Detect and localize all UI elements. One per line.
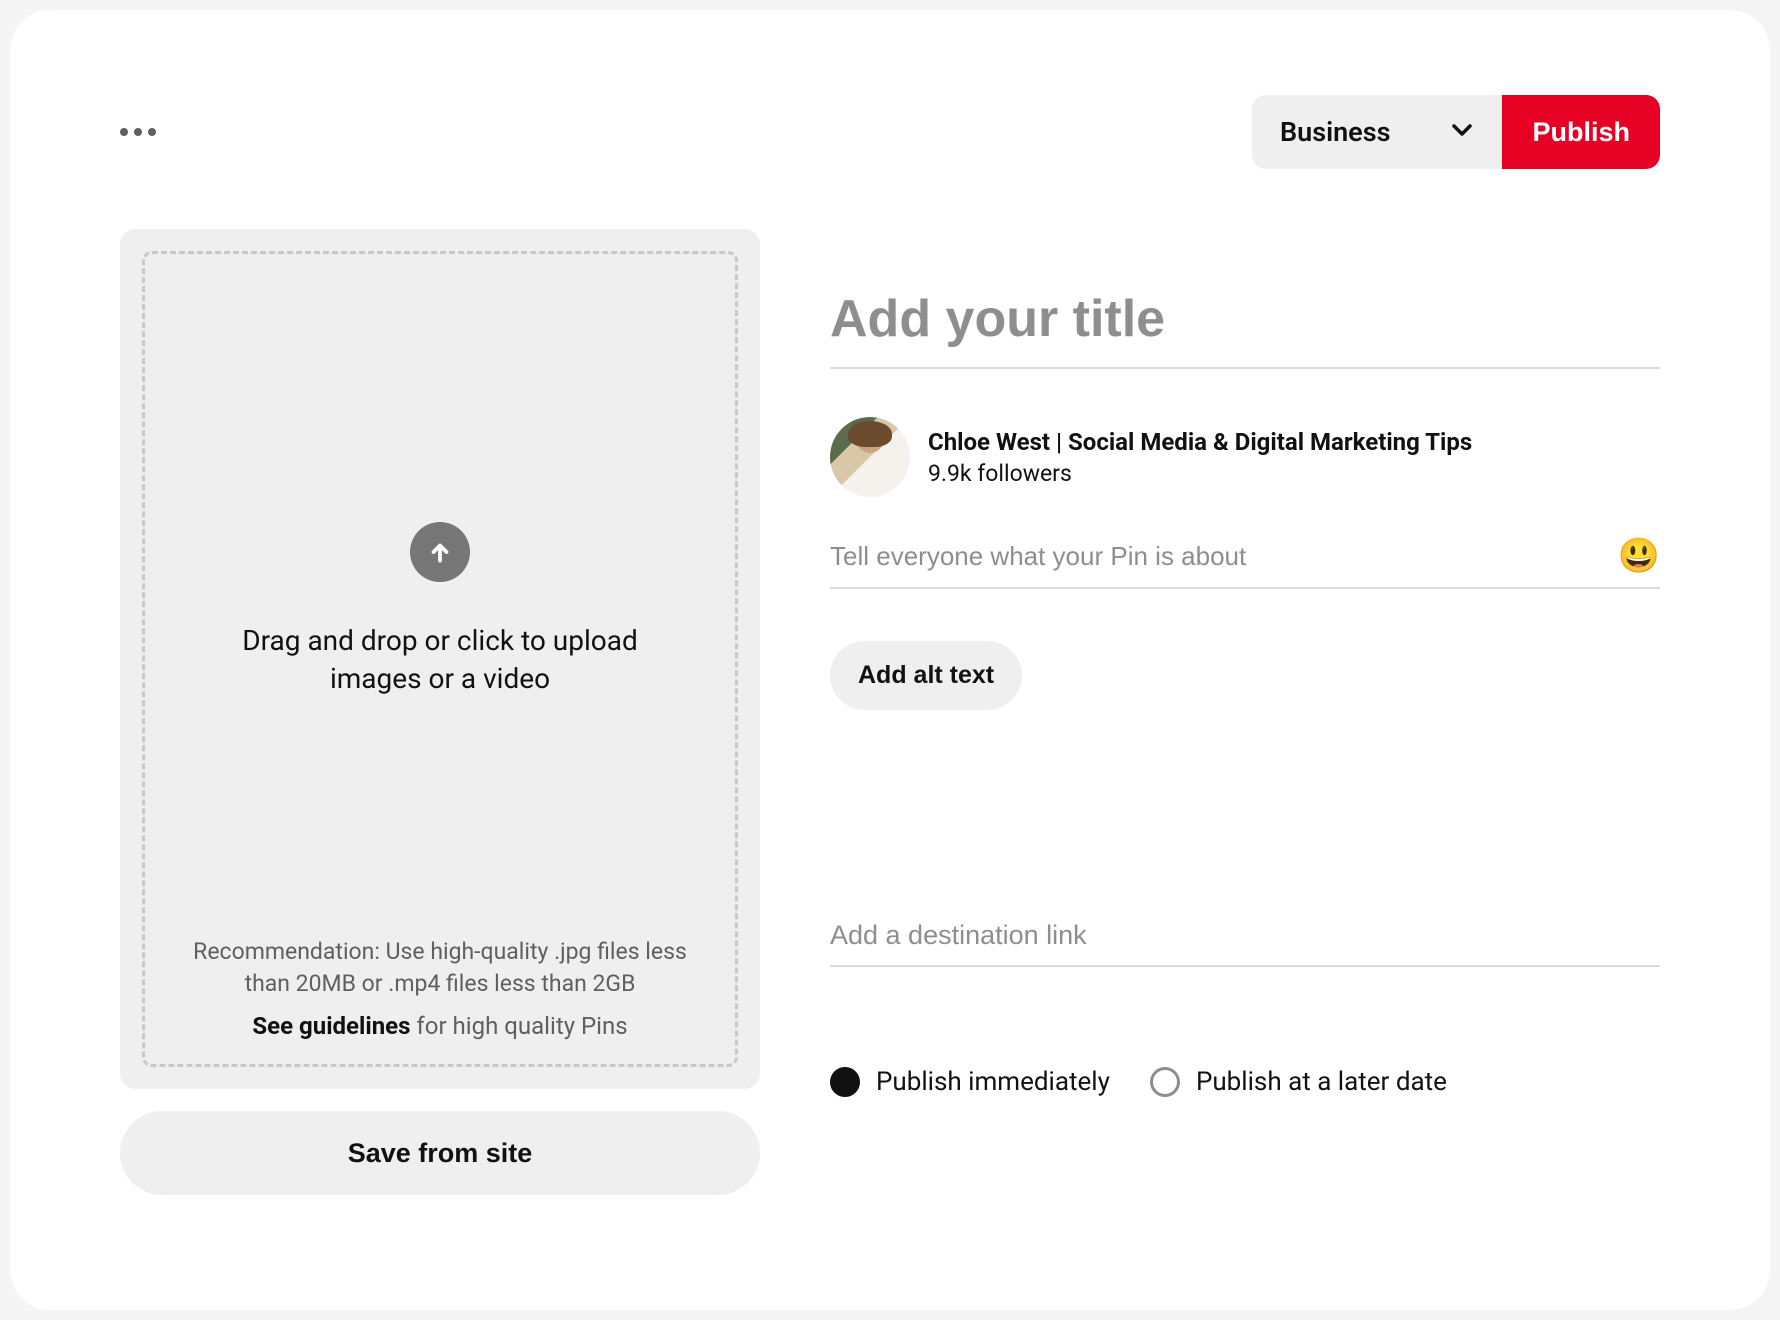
- publish-button[interactable]: Publish: [1502, 95, 1660, 169]
- pin-title-input[interactable]: [830, 289, 1660, 369]
- add-alt-text-button[interactable]: Add alt text: [830, 641, 1022, 710]
- header-actions: Business Publish: [1252, 95, 1660, 169]
- upload-recommendation: Recommendation: Use high-quality .jpg fi…: [190, 936, 690, 1000]
- see-guidelines-link[interactable]: See guidelines: [252, 1012, 410, 1040]
- header-row: Business Publish: [120, 95, 1660, 169]
- pin-description-input[interactable]: [830, 541, 1618, 572]
- profile-info: Chloe West | Social Media & Digital Mark…: [928, 427, 1472, 487]
- upload-dropzone[interactable]: Drag and drop or click to upload images …: [120, 229, 760, 1089]
- description-row: 😃: [830, 539, 1660, 589]
- upload-guidelines-line[interactable]: See guidelines for high quality Pins: [190, 1010, 690, 1044]
- schedule-radio-group: Publish immediately Publish at a later d…: [830, 1067, 1660, 1097]
- guidelines-suffix: for high quality Pins: [410, 1012, 627, 1040]
- upload-bottom-text: Recommendation: Use high-quality .jpg fi…: [190, 936, 690, 1044]
- radio-publish-later[interactable]: Publish at a later date: [1150, 1067, 1447, 1097]
- radio-label-later: Publish at a later date: [1196, 1067, 1447, 1097]
- left-column: Drag and drop or click to upload images …: [120, 229, 760, 1195]
- pin-builder-card: Business Publish Drag and drop or click …: [10, 10, 1770, 1310]
- profile-avatar[interactable]: [830, 417, 910, 497]
- radio-icon-unselected: [1150, 1067, 1180, 1097]
- board-selector[interactable]: Business: [1252, 95, 1502, 169]
- save-from-site-button[interactable]: Save from site: [120, 1111, 760, 1195]
- radio-publish-immediately[interactable]: Publish immediately: [830, 1067, 1110, 1097]
- upload-center: Drag and drop or click to upload images …: [240, 284, 640, 936]
- more-options-icon[interactable]: [120, 128, 156, 136]
- profile-row: Chloe West | Social Media & Digital Mark…: [830, 417, 1660, 497]
- profile-followers: 9.9k followers: [928, 460, 1472, 487]
- upload-arrow-icon: [410, 522, 470, 582]
- chevron-down-icon: [1450, 118, 1474, 146]
- radio-icon-selected: [830, 1067, 860, 1097]
- upload-inner[interactable]: Drag and drop or click to upload images …: [142, 251, 738, 1067]
- upload-main-text: Drag and drop or click to upload images …: [240, 622, 640, 698]
- profile-name: Chloe West | Social Media & Digital Mark…: [928, 427, 1472, 458]
- radio-label-immediate: Publish immediately: [876, 1067, 1110, 1097]
- board-selector-label: Business: [1280, 116, 1390, 148]
- content-row: Drag and drop or click to upload images …: [120, 229, 1660, 1195]
- destination-link-input[interactable]: [830, 920, 1660, 967]
- right-column: Chloe West | Social Media & Digital Mark…: [830, 229, 1660, 1195]
- emoji-picker-button[interactable]: 😃: [1618, 539, 1660, 573]
